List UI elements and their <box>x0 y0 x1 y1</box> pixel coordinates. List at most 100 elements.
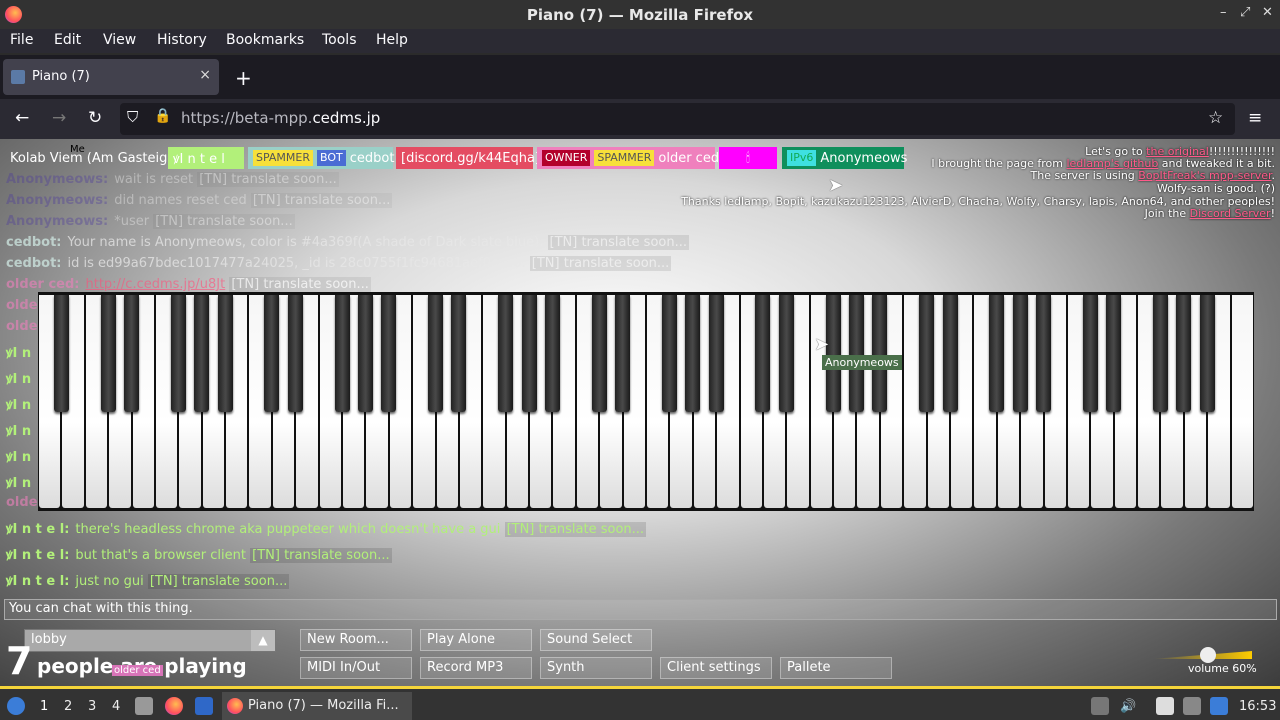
room-selector[interactable]: lobby ▲ <box>24 629 276 652</box>
chat-input[interactable]: You can chat with this thing. <box>4 599 1277 620</box>
workspace-3[interactable]: 3 <box>88 699 96 714</box>
start-menu-icon[interactable] <box>7 697 25 715</box>
black-key[interactable] <box>1176 295 1192 412</box>
tab-piano[interactable]: Piano (7) × <box>3 59 219 95</box>
close-window-icon[interactable]: ✕ <box>1262 5 1273 20</box>
menu-tools[interactable]: Tools <box>322 32 357 48</box>
black-key[interactable] <box>451 295 467 412</box>
bookmark-star-icon[interactable]: ☆ <box>1208 108 1223 128</box>
black-key[interactable] <box>521 295 537 412</box>
black-key[interactable] <box>170 295 186 412</box>
client-settings-button[interactable]: Client settings <box>660 657 772 679</box>
user-older-ced[interactable]: OWNER SPAMMER older ced <box>537 147 719 169</box>
workspace-2[interactable]: 2 <box>64 699 72 714</box>
black-key[interactable] <box>661 295 677 412</box>
minimize-icon[interactable]: – <box>1220 5 1227 20</box>
black-key[interactable] <box>708 295 724 412</box>
display-icon[interactable] <box>1183 697 1201 715</box>
lock-icon[interactable]: 🔒 <box>154 108 171 124</box>
new-tab-button[interactable]: + <box>235 66 252 90</box>
server-link[interactable]: BopItFreak's mpp-server <box>1138 169 1271 182</box>
black-key[interactable] <box>848 295 864 412</box>
new-room-button[interactable]: New Room... <box>300 629 412 651</box>
chevron-up-icon[interactable]: ▲ <box>251 630 275 651</box>
maximize-icon[interactable]: ⤢ <box>1240 5 1250 20</box>
user-cedbot[interactable]: SPAMMER BOT cedbot <box>248 147 394 169</box>
user-candle[interactable]: 🕯 <box>719 147 777 169</box>
black-key[interactable] <box>194 295 210 412</box>
file-manager-icon[interactable] <box>135 697 153 715</box>
black-key[interactable] <box>591 295 607 412</box>
url-text[interactable]: https://beta-mpp.cedms.jp <box>181 109 380 127</box>
synth-button[interactable]: Synth <box>540 657 652 679</box>
menu-view[interactable]: View <box>103 32 136 48</box>
black-key[interactable] <box>264 295 280 412</box>
chat-link[interactable]: http://c.cedms.jp/u8Jt <box>85 277 225 292</box>
updates-icon[interactable] <box>1210 697 1228 715</box>
back-icon[interactable]: ← <box>15 108 29 128</box>
black-key[interactable] <box>428 295 444 412</box>
black-key[interactable] <box>217 295 233 412</box>
black-key[interactable] <box>942 295 958 412</box>
terminal-icon[interactable] <box>195 697 213 715</box>
black-key[interactable] <box>498 295 514 412</box>
black-key[interactable] <box>1199 295 1215 412</box>
piano-keyboard[interactable] <box>38 292 1254 511</box>
black-key[interactable] <box>1012 295 1028 412</box>
black-key[interactable] <box>989 295 1005 412</box>
ipv6-tag: IPv6 <box>787 150 817 166</box>
black-key[interactable] <box>1082 295 1098 412</box>
sound-select-button[interactable]: Sound Select <box>540 629 652 651</box>
midi-in-out-button[interactable]: MIDI In/Out <box>300 657 412 679</box>
black-key[interactable] <box>1036 295 1052 412</box>
black-key[interactable] <box>1106 295 1122 412</box>
black-key[interactable] <box>872 295 888 412</box>
menu-help[interactable]: Help <box>376 32 408 48</box>
black-key[interactable] <box>544 295 560 412</box>
menu-history[interactable]: History <box>157 32 207 48</box>
clipboard-icon[interactable] <box>1156 697 1174 715</box>
hamburger-menu-icon[interactable]: ≡ <box>1248 108 1262 128</box>
record-mp3-button[interactable]: Record MP3 <box>420 657 532 679</box>
user-intel[interactable]: ꝟI n t e l <box>168 147 244 169</box>
black-key[interactable] <box>1152 295 1168 412</box>
black-key[interactable] <box>615 295 631 412</box>
reload-icon[interactable]: ↻ <box>88 108 102 128</box>
black-key[interactable] <box>287 295 303 412</box>
black-key[interactable] <box>357 295 373 412</box>
menu-edit[interactable]: Edit <box>54 32 81 48</box>
black-key[interactable] <box>919 295 935 412</box>
workspace-1[interactable]: 1 <box>40 699 48 714</box>
black-key[interactable] <box>685 295 701 412</box>
tab-close-icon[interactable]: × <box>199 67 211 83</box>
black-key[interactable] <box>53 295 69 412</box>
people-count: 7 <box>6 639 33 683</box>
pallete-button[interactable]: Pallete <box>780 657 892 679</box>
black-key[interactable] <box>778 295 794 412</box>
forward-icon[interactable]: → <box>52 108 66 128</box>
black-key[interactable] <box>755 295 771 412</box>
user-discord[interactable]: [discord.gg/k44Eqha] <box>396 147 540 169</box>
mouse-cursor-icon: ➤ <box>814 334 830 355</box>
black-key[interactable] <box>100 295 116 412</box>
tab-strip: Piano (7) × + <box>0 55 1280 99</box>
white-key[interactable] <box>1231 295 1253 508</box>
black-key[interactable] <box>334 295 350 412</box>
black-key[interactable] <box>381 295 397 412</box>
taskbar: 1 2 3 4 Piano (7) — Mozilla Fi... 🔊 16:5… <box>0 686 1280 720</box>
user-anonymeows[interactable]: IPv6 Anonymeows <box>782 147 907 169</box>
user-me[interactable]: Kolab Viem (Am Gasteig) <box>5 147 177 169</box>
speaker-icon[interactable]: 🔊 <box>1120 699 1136 714</box>
menu-bookmarks[interactable]: Bookmarks <box>226 32 304 48</box>
tray-up-icon[interactable] <box>1091 697 1109 715</box>
discord-link[interactable]: Discord Server <box>1190 207 1271 220</box>
black-key[interactable] <box>124 295 140 412</box>
cursor-name-tag: older ced <box>112 665 163 676</box>
volume-knob[interactable] <box>1200 647 1216 663</box>
firefox-launcher-icon[interactable] <box>165 697 183 715</box>
play-alone-button[interactable]: Play Alone <box>420 629 532 651</box>
workspace-4[interactable]: 4 <box>112 699 120 714</box>
menu-file[interactable]: File <box>10 32 33 48</box>
shield-icon[interactable]: ⛉ <box>127 108 138 126</box>
taskbar-firefox-window[interactable]: Piano (7) — Mozilla Fi... <box>222 692 412 720</box>
